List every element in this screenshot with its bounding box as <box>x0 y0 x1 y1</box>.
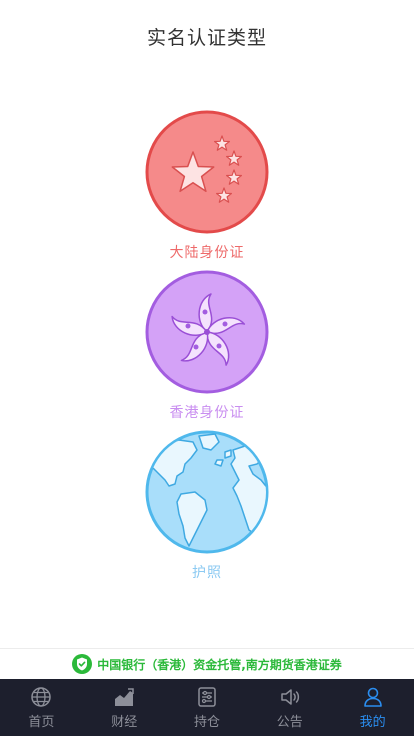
tab-holdings[interactable]: 持仓 <box>166 679 249 736</box>
tab-announcements[interactable]: 公告 <box>248 679 331 736</box>
china-flag-icon <box>145 110 269 234</box>
world-globe-icon <box>145 430 269 554</box>
option-mainland-id[interactable]: 大陆身份证 <box>0 110 414 262</box>
custody-banner-text: 中国银行（香港）资金托管,南方期货香港证券 <box>97 657 342 672</box>
globe-icon <box>31 686 52 707</box>
page-title: 实名认证类型 <box>146 26 267 49</box>
holdings-icon <box>198 686 216 707</box>
tab-home-label: 首页 <box>28 714 55 730</box>
chart-icon <box>115 687 134 706</box>
tab-finance-label: 财经 <box>111 714 138 730</box>
option-hongkong-id[interactable]: 香港身份证 <box>0 270 414 422</box>
page-header: 实名认证类型 <box>0 0 414 72</box>
tab-holdings-label: 持仓 <box>193 714 220 730</box>
tab-announcements-label: 公告 <box>276 714 303 730</box>
bauhinia-flower-icon <box>145 270 269 394</box>
user-icon <box>363 687 382 707</box>
bottom-tab-bar: 首页 财经 持仓 公告 我的 <box>0 679 414 736</box>
option-mainland-label: 大陆身份证 <box>169 245 245 261</box>
shield-check-icon <box>72 654 93 674</box>
tab-home[interactable]: 首页 <box>0 679 83 736</box>
option-hongkong-label: 香港身份证 <box>169 405 245 421</box>
tab-mine[interactable]: 我的 <box>331 679 414 736</box>
tab-finance[interactable]: 财经 <box>83 679 166 736</box>
custody-banner: 中国银行（香港）资金托管,南方期货香港证券 <box>0 648 414 679</box>
tab-mine-label: 我的 <box>359 714 386 730</box>
option-passport-label: 护照 <box>192 565 222 581</box>
option-passport[interactable]: 护照 <box>0 430 414 582</box>
speaker-icon <box>281 688 299 705</box>
